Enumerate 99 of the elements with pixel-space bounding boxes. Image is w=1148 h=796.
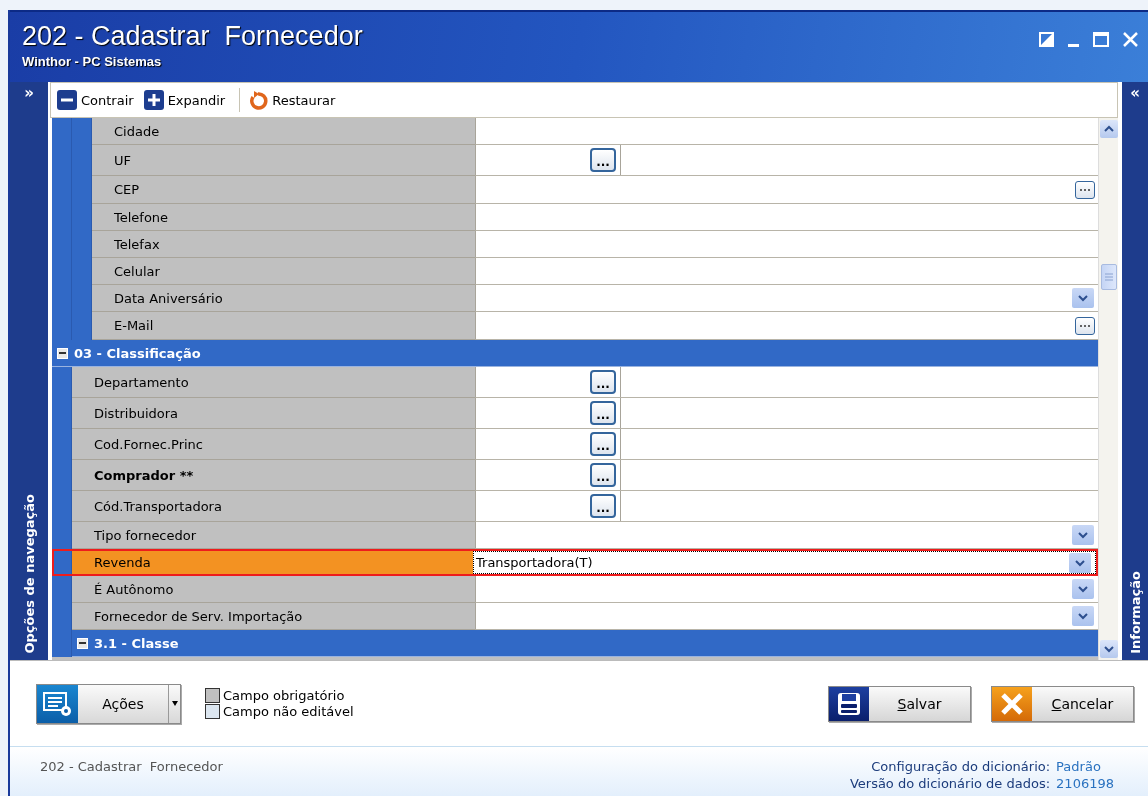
property-row[interactable]: Comprador ** ... [52,460,1098,491]
indent-bar [52,118,72,145]
indent-bar [52,630,72,657]
property-row[interactable]: Celular [52,258,1098,285]
panel-title: Informação [1127,571,1143,654]
undo-arrow-icon [248,90,269,110]
property-row[interactable]: Cód.Transportadora ... [52,491,1098,522]
window-title: 202 - Cadastrar Fornecedor [22,20,363,52]
input-field[interactable] [475,176,1098,204]
input-field[interactable]: ... [475,367,1098,398]
collapse-toggle[interactable] [77,637,88,649]
property-row[interactable]: Departamento ... [52,367,1098,398]
group-header[interactable]: 3.1 - Classe [72,630,1098,657]
property-row[interactable]: Distribuidora ... [52,398,1098,429]
expand-panel-button[interactable]: « [1128,84,1142,102]
group-header[interactable]: 03 - Classificação [52,340,1098,367]
input-field[interactable] [475,285,1098,312]
input-field[interactable]: ... [475,145,1098,176]
screen-name: 202 - Cadastrar Fornecedor [40,759,223,776]
status-label: Versão do dicionário de dados: [849,776,1051,791]
property-row[interactable]: Cidade [52,118,1098,145]
property-row[interactable]: UF ... [52,145,1098,176]
window-subtitle: Winthor - PC Sistemas [22,54,163,69]
input-field[interactable] [475,258,1098,285]
minus-icon [57,90,77,110]
chevron-down-icon [1076,610,1090,622]
property-row[interactable]: Data Aniversário [52,285,1098,312]
close-icon[interactable] [1123,32,1138,47]
legend-label: Campo não editável [223,704,354,719]
input-field[interactable]: Transportadora(T) [473,551,1096,574]
group-title: 03 - Classificação [74,345,201,361]
lookup-button[interactable]: ... [590,432,616,456]
restore-icon[interactable] [1039,32,1054,47]
cancel-button[interactable]: Cancelar [991,685,1134,722]
indent-bar [52,549,72,576]
field-value: Transportadora(T) [475,555,594,570]
input-field[interactable] [475,312,1098,340]
input-field[interactable] [475,204,1098,231]
scroll-down-icon[interactable] [1099,640,1118,658]
indent-bar [52,367,72,398]
chevron-down-icon [1076,583,1090,595]
ellipsis-icon [1079,323,1091,328]
property-row[interactable]: É Autônomo [52,576,1098,603]
input-field[interactable] [475,603,1098,630]
dropdown-button[interactable] [1069,552,1091,573]
save-button[interactable]: Salvar [828,685,971,722]
scroll-up-icon[interactable] [1099,120,1118,138]
input-field[interactable]: ... [475,429,1098,460]
lookup-button[interactable]: ... [590,463,616,487]
toolbar-button[interactable]: Expandir [141,88,234,112]
input-field[interactable]: ... [475,491,1098,522]
indent-bar [72,118,92,145]
lookup-button[interactable]: ... [590,370,616,394]
property-row[interactable]: Telefax [52,231,1098,258]
input-field[interactable]: ... [475,398,1098,429]
property-row[interactable]: CEP [52,176,1098,204]
legend-swatch [205,688,220,703]
field-label: Revenda [72,549,473,576]
input-field[interactable]: ... [475,460,1098,491]
actions-button[interactable]: Ações [37,684,168,723]
input-field[interactable] [475,576,1098,603]
scroll-thumb[interactable] [1100,264,1117,290]
status-label: Configuração do dicionário: [870,759,1051,774]
lookup-button[interactable]: ... [590,148,616,172]
legend-label: Campo obrigatório [223,688,345,703]
scrollbar[interactable] [1098,118,1118,660]
caret-icon [171,701,178,706]
collapse-toggle[interactable] [57,347,68,359]
legend-swatch [205,704,220,719]
more-button[interactable] [1075,180,1095,199]
property-row[interactable]: E-Mail [52,312,1098,340]
indent-bar [52,522,72,549]
toolbar-button[interactable]: Restaurar [246,88,344,112]
property-row[interactable]: Tipo fornecedor [52,522,1098,549]
input-field[interactable] [475,522,1098,549]
property-row[interactable]: Telefone [52,204,1098,231]
plus-icon [143,90,164,110]
group-title: 3.1 - Classe [94,635,179,651]
property-row[interactable]: Revenda Transportadora(T) [52,549,1098,576]
property-row[interactable]: Cod.Fornec.Princ ... [52,429,1098,460]
close-icon [1000,691,1024,716]
dropdown-button[interactable] [168,684,180,723]
chevron-down-icon [1076,292,1090,304]
maximize-icon[interactable] [1093,32,1109,47]
lookup-button[interactable]: ... [590,401,616,425]
lookup-button[interactable]: ... [590,494,616,518]
more-button[interactable] [1075,316,1095,335]
ellipsis-icon [1079,187,1091,192]
indent-bar [52,576,72,603]
toolbar-button[interactable]: Contrair [55,88,142,112]
input-field[interactable] [475,118,1098,145]
status-value: 2106198 [1056,776,1114,791]
input-field[interactable] [475,231,1098,258]
property-row[interactable]: Fornecedor de Serv. Importação [52,603,1098,630]
status-value: Padrão [1056,759,1102,774]
panel-title: Opções de navegação [21,494,37,654]
expand-panel-button[interactable]: » [22,84,36,102]
document-gear-icon [41,689,74,718]
chevron-down-icon [1076,529,1090,541]
